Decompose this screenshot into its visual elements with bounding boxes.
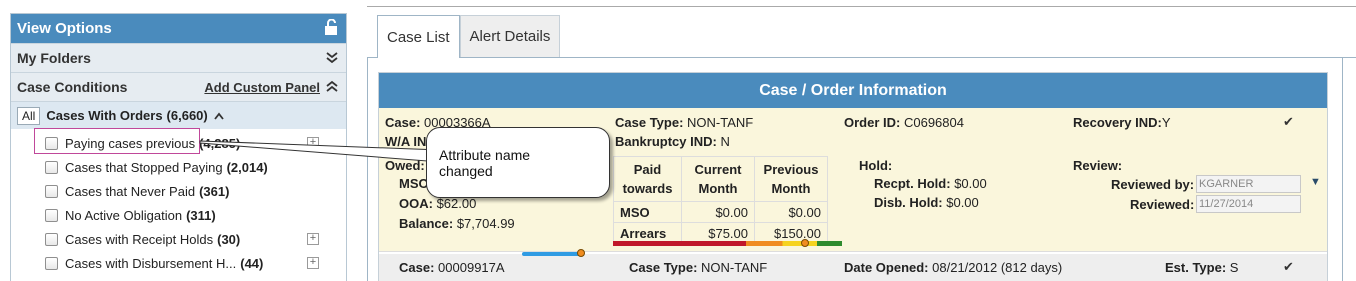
all-button[interactable]: All xyxy=(17,106,41,125)
view-options-title: View Options xyxy=(17,20,112,37)
condition-label: Cases with Receipt Holds xyxy=(65,231,214,247)
view-options-panel: View Options My Folders Case Conditions … xyxy=(10,13,347,281)
recpt-hold-field: Recpt. Hold: $0.00 xyxy=(874,176,987,191)
condition-label: No Active Obligation xyxy=(65,207,183,223)
mso-label: MSO xyxy=(399,176,429,191)
reviewed-date-field[interactable]: 11/27/2014 xyxy=(1196,195,1301,213)
condition-count: (4,285) xyxy=(199,135,241,151)
bankruptcy-field: Bankruptcy IND: N xyxy=(615,134,730,149)
wa-ind-label: W/A IN xyxy=(385,134,427,149)
callout-line-2: changed xyxy=(439,163,493,179)
condition-checkbox[interactable] xyxy=(45,256,58,270)
condition-list: Paying cases previous (4,285) + Cases that … xyxy=(11,129,346,275)
row-previous: $0.00 xyxy=(754,201,828,223)
list-item[interactable]: Cases that Never Paid (361) xyxy=(11,179,346,203)
list-item[interactable]: Cases that Stopped Paying (2,014) xyxy=(11,155,346,179)
cases-with-orders-row[interactable]: All Cases With Orders (6,660) xyxy=(11,101,346,129)
order-id-field: Order ID: C0696804 xyxy=(844,115,964,130)
caret-down-icon[interactable]: ▼ xyxy=(1310,176,1321,188)
condition-count: (361) xyxy=(199,183,230,199)
case-conditions-section: Case Conditions Add Custom Panel xyxy=(11,72,346,101)
balance-field: Balance: $7,704.99 xyxy=(399,216,515,231)
group-count: (6,660) xyxy=(166,108,208,123)
screen: View Options My Folders Case Conditions … xyxy=(0,0,1356,281)
col-previous-month: Previous Month xyxy=(754,156,828,202)
list-item[interactable]: Cases with Receipt Holds (30) + xyxy=(11,227,346,251)
review-label: Review: xyxy=(1073,158,1123,173)
balance-bar xyxy=(522,252,582,256)
chevron-double-up-icon[interactable] xyxy=(326,80,338,95)
case-row[interactable]: Case: 00009917A Case Type: NON-TANF Date… xyxy=(379,254,1327,281)
condition-checkbox[interactable] xyxy=(45,184,58,198)
case-type-field: Case Type: NON-TANF xyxy=(615,115,754,130)
group-label: Cases With Orders xyxy=(46,108,163,123)
checkmark-icon: ✔ xyxy=(1283,114,1294,129)
disb-hold-field: Disb. Hold: $0.00 xyxy=(874,195,979,210)
condition-label: Cases that Stopped Paying xyxy=(65,159,223,175)
condition-checkbox[interactable] xyxy=(45,208,58,222)
condition-checkbox[interactable] xyxy=(45,136,58,150)
my-folders-label: My Folders xyxy=(17,50,91,66)
balance-bar-marker xyxy=(577,249,585,257)
unlock-icon[interactable] xyxy=(324,18,338,39)
owed-label: Owed: xyxy=(385,158,425,173)
condition-label: Paying cases previous xyxy=(65,135,196,151)
my-folders-section[interactable]: My Folders xyxy=(11,43,346,72)
tab-bar: Case List Alert Details xyxy=(377,15,561,58)
condition-count: (30) xyxy=(217,231,241,247)
hold-label: Hold: xyxy=(859,158,893,173)
condition-count: (311) xyxy=(186,207,216,223)
condition-count: (2,014) xyxy=(226,159,268,175)
condition-checkbox[interactable] xyxy=(45,160,58,174)
checkmark-icon: ✔ xyxy=(1283,259,1294,274)
condition-label: Cases that Never Paid xyxy=(65,183,196,199)
tab-case-list[interactable]: Case List xyxy=(377,15,460,58)
chevron-double-down-icon[interactable] xyxy=(326,51,338,66)
est-type-field: Est. Type: S xyxy=(1165,260,1239,275)
callout-box: Attribute name changed xyxy=(426,127,610,198)
expand-plus-icon[interactable]: + xyxy=(307,257,319,269)
condition-count: (44) xyxy=(240,255,264,271)
case-order-header: Case / Order Information xyxy=(379,73,1327,108)
top-divider xyxy=(367,6,1356,7)
condition-label: Cases with Disbursement H... xyxy=(65,255,237,271)
tab-alert-details[interactable]: Alert Details xyxy=(459,15,561,57)
reviewed-label: Reviewed: xyxy=(1130,197,1195,212)
row-current: $0.00 xyxy=(681,201,755,223)
ooa-field: OOA: $62.00 xyxy=(399,196,477,211)
status-bar-marker xyxy=(801,239,809,247)
row-name: MSO xyxy=(613,201,682,223)
reviewed-by-label: Reviewed by: xyxy=(1111,177,1195,192)
list-item[interactable]: Paying cases previous (4,285) + xyxy=(11,131,346,155)
expand-plus-icon[interactable]: + xyxy=(307,233,319,245)
case-field: Case: 00009917A xyxy=(399,260,505,275)
chevron-up-icon[interactable] xyxy=(214,109,224,123)
reviewed-by-field[interactable]: KGARNER xyxy=(1196,175,1301,193)
payment-table: Paid towards Current Month Previous Mont… xyxy=(613,156,828,244)
add-custom-panel-link[interactable]: Add Custom Panel xyxy=(204,80,320,95)
case-conditions-label: Case Conditions xyxy=(17,79,128,95)
expand-plus-icon[interactable]: + xyxy=(307,137,319,149)
col-current-month: Current Month xyxy=(681,156,755,202)
case-type-field: Case Type: NON-TANF xyxy=(629,260,768,275)
condition-checkbox[interactable] xyxy=(45,232,58,246)
callout-line-1: Attribute name xyxy=(439,147,531,163)
recovery-field: Recovery IND:Y xyxy=(1073,115,1171,130)
list-item[interactable]: Cases with Disbursement H... (44) + xyxy=(11,251,346,275)
date-opened-field: Date Opened: 08/21/2012 (812 days) xyxy=(844,260,1063,275)
col-paid-towards: Paid towards xyxy=(613,156,682,202)
view-options-header[interactable]: View Options xyxy=(11,14,346,43)
list-item[interactable]: No Active Obligation (311) xyxy=(11,203,346,227)
table-row: MSO $0.00 $0.00 xyxy=(613,201,828,223)
